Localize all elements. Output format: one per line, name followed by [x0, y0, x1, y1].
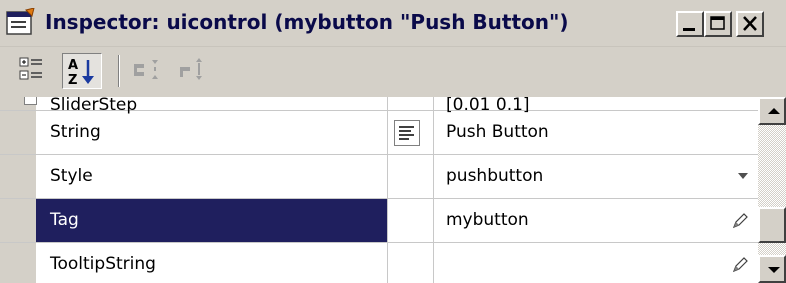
pencil-icon[interactable] [730, 255, 750, 275]
property-editor-cell [388, 111, 434, 154]
property-value[interactable]: [0.01 0.1] [434, 97, 758, 114]
scroll-down-button[interactable] [758, 255, 786, 283]
inspector-window: Inspector: uicontrol (mybutton "Push But… [0, 0, 786, 283]
dropdown-arrow-icon[interactable] [738, 173, 748, 179]
svg-text:A: A [68, 58, 78, 73]
scroll-up-button[interactable] [758, 97, 786, 125]
property-value[interactable]: mybutton [434, 199, 758, 242]
close-button[interactable] [736, 11, 764, 37]
close-icon [743, 16, 757, 31]
list-edit-button[interactable] [394, 120, 420, 146]
property-value[interactable]: pushbutton [434, 155, 758, 198]
categorized-view-button[interactable] [14, 53, 54, 89]
property-value[interactable] [434, 243, 758, 283]
minimize-icon [683, 28, 695, 31]
property-name: Tag [36, 199, 388, 242]
property-grid: SliderStep [0.01 0.1] String Push Button [0, 97, 758, 283]
toolbar: A Z [0, 47, 786, 97]
toolbar-separator [118, 55, 120, 87]
chevron-down-icon [768, 267, 780, 273]
property-name: String [36, 111, 388, 154]
property-row-tag[interactable]: Tag mybutton [0, 199, 758, 243]
expand-all-button[interactable] [128, 53, 168, 89]
property-row-style[interactable]: Style pushbutton [0, 155, 758, 199]
property-editor-cell [388, 155, 434, 198]
window-title: Inspector: uicontrol (mybutton "Push But… [45, 10, 569, 34]
property-editor-cell [388, 243, 434, 283]
collapse-all-icon [180, 58, 202, 80]
categorized-view-icon [19, 57, 42, 80]
list-edit-icon [399, 126, 414, 140]
collapse-all-button[interactable] [176, 53, 216, 89]
property-editor-cell [388, 97, 434, 110]
maximize-button[interactable] [704, 11, 732, 37]
expand-all-icon [134, 60, 158, 79]
vertical-scrollbar[interactable] [758, 97, 786, 283]
property-value[interactable]: Push Button [434, 111, 758, 154]
property-name: TooltipString [36, 243, 388, 283]
inspector-app-icon [6, 8, 35, 35]
chevron-up-icon [768, 108, 780, 114]
sort-alphabetical-button[interactable]: A Z [62, 53, 102, 89]
property-editor-cell [388, 199, 434, 242]
property-name: SliderStep [36, 97, 388, 114]
property-row-string[interactable]: String Push Button [0, 111, 758, 155]
maximize-icon [710, 16, 725, 30]
scroll-thumb[interactable] [758, 207, 786, 243]
sort-alphabetical-icon: A Z [68, 58, 94, 88]
property-row-sliderstep[interactable]: SliderStep [0.01 0.1] [0, 97, 758, 114]
property-row-tooltipstring[interactable]: TooltipString [0, 243, 758, 283]
minimize-button[interactable] [676, 11, 704, 37]
pencil-icon[interactable] [730, 211, 750, 231]
title-bar[interactable]: Inspector: uicontrol (mybutton "Push But… [0, 0, 786, 47]
property-name: Style [36, 155, 388, 198]
svg-text:Z: Z [68, 73, 77, 88]
